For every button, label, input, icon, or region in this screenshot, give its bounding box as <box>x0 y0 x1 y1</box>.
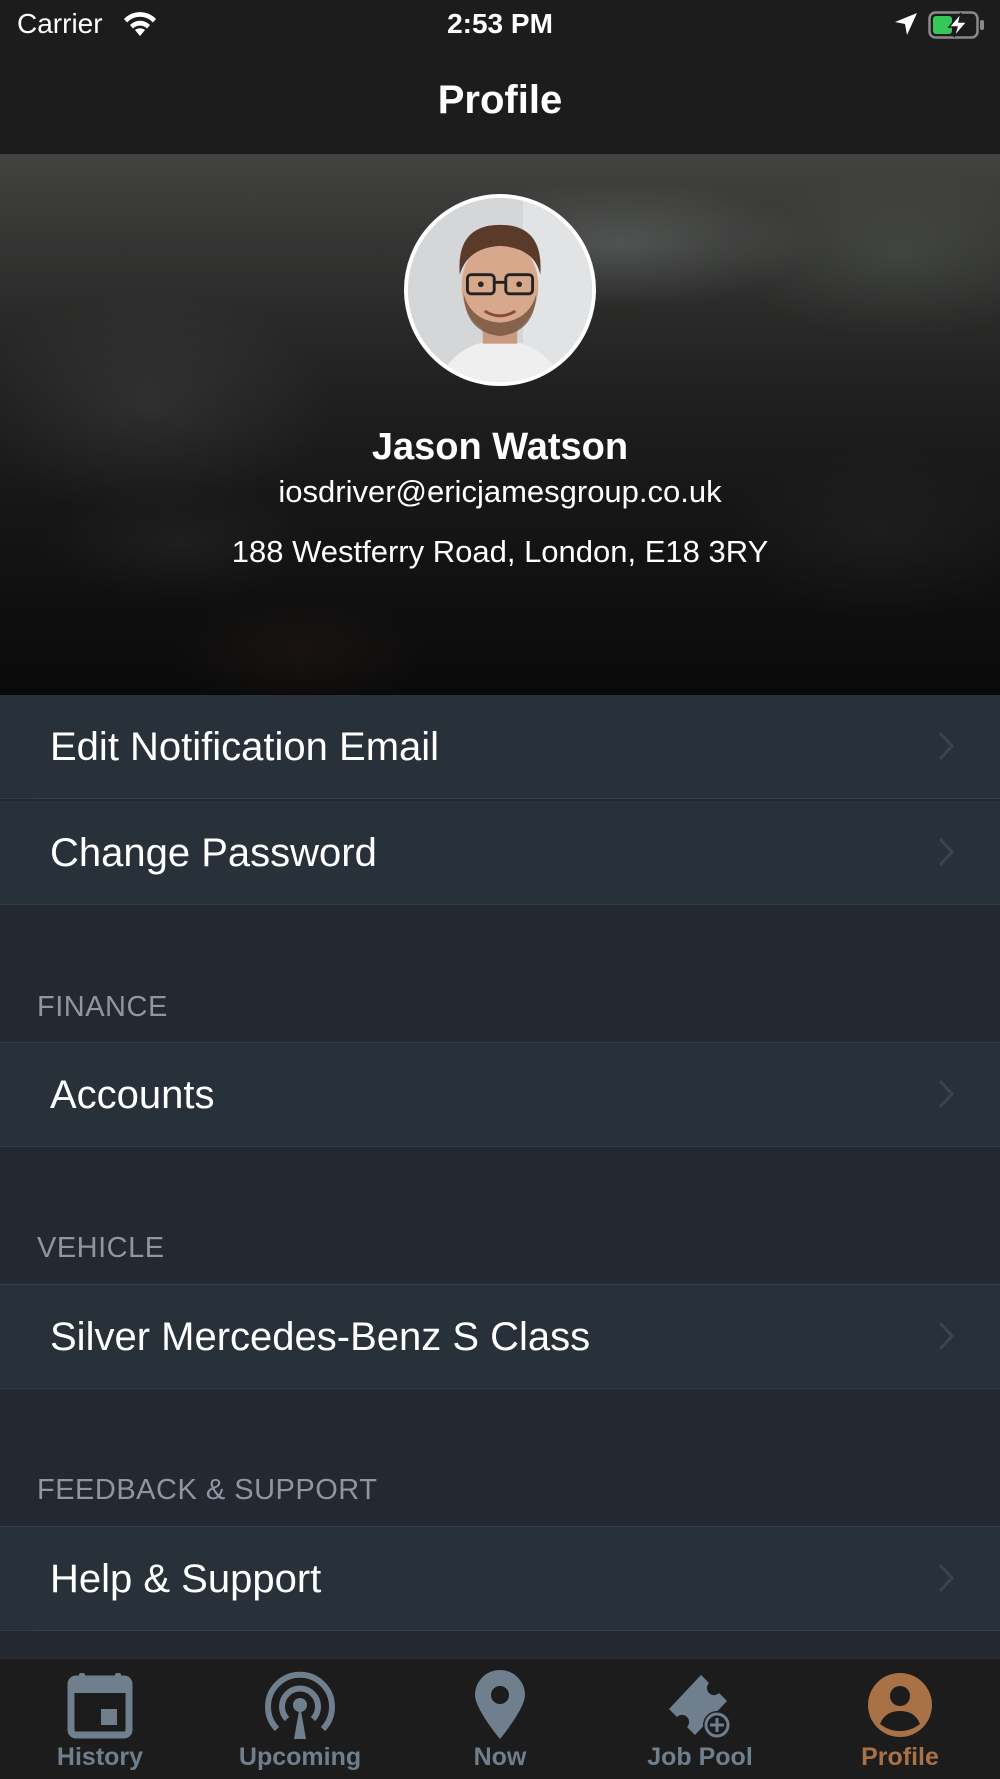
tab-history[interactable]: History <box>0 1659 200 1779</box>
tab-job-pool[interactable]: Job Pool <box>600 1659 800 1779</box>
tab-label: History <box>56 1743 144 1771</box>
chevron-right-icon <box>938 837 955 867</box>
profile-email: iosdriver@ericjamesgroup.co.uk <box>278 474 722 509</box>
row-label: Accounts <box>50 1073 215 1117</box>
section-header-vehicle: VEHICLE <box>37 1232 165 1264</box>
vehicle-row[interactable]: Silver Mercedes-Benz S Class <box>0 1285 1000 1389</box>
tab-label: Job Pool <box>647 1743 753 1771</box>
section-header-feedback-support: FEEDBACK & SUPPORT <box>37 1474 378 1506</box>
battery-charging-icon <box>928 11 984 39</box>
map-pin-icon <box>475 1670 525 1739</box>
location-arrow-icon <box>895 13 917 35</box>
profile-name: Jason Watson <box>371 426 629 468</box>
user-circle-icon <box>868 1673 932 1737</box>
avatar[interactable] <box>404 194 596 386</box>
tab-label: Profile <box>861 1743 939 1771</box>
change-password-row[interactable]: Change Password <box>0 801 1000 905</box>
status-bar: Carrier 2:53 PM <box>0 0 1000 50</box>
divider <box>37 1630 1000 1631</box>
status-time: 2:53 PM <box>447 8 553 39</box>
row-label: Edit Notification Email <box>50 725 440 769</box>
calendar-icon <box>67 1673 133 1739</box>
chevron-right-icon <box>938 731 955 761</box>
section-header-finance: FINANCE <box>37 991 168 1023</box>
chevron-right-icon <box>938 1079 955 1109</box>
row-label: Help & Support <box>50 1557 322 1601</box>
row-label: Change Password <box>50 831 377 875</box>
navigation-bar: Profile <box>0 50 1000 154</box>
tab-now[interactable]: Now <box>400 1659 600 1779</box>
tab-label: Now <box>473 1743 527 1771</box>
broadcast-icon <box>265 1671 335 1739</box>
chevron-right-icon <box>938 1563 955 1593</box>
ticket-add-icon <box>669 1675 731 1739</box>
tab-profile[interactable]: Profile <box>800 1659 1000 1779</box>
chevron-right-icon <box>938 1321 955 1351</box>
accounts-row[interactable]: Accounts <box>0 1043 1000 1147</box>
divider <box>37 798 1000 799</box>
edit-notification-email-row[interactable]: Edit Notification Email <box>0 695 1000 799</box>
profile-address: 188 Westferry Road, London, E18 3RY <box>231 534 769 569</box>
row-label: Silver Mercedes-Benz S Class <box>50 1315 591 1359</box>
tab-label: Upcoming <box>238 1743 362 1771</box>
avatar-photo <box>408 198 592 382</box>
tab-upcoming[interactable]: Upcoming <box>200 1659 400 1779</box>
page-title: Profile <box>437 78 563 122</box>
help-support-row[interactable]: Help & Support <box>0 1527 1000 1631</box>
tab-bar: History Upcoming Now Job Pool Profile <box>0 1658 1000 1779</box>
profile-header: Jason Watson iosdriver@ericjamesgroup.co… <box>0 154 1000 695</box>
